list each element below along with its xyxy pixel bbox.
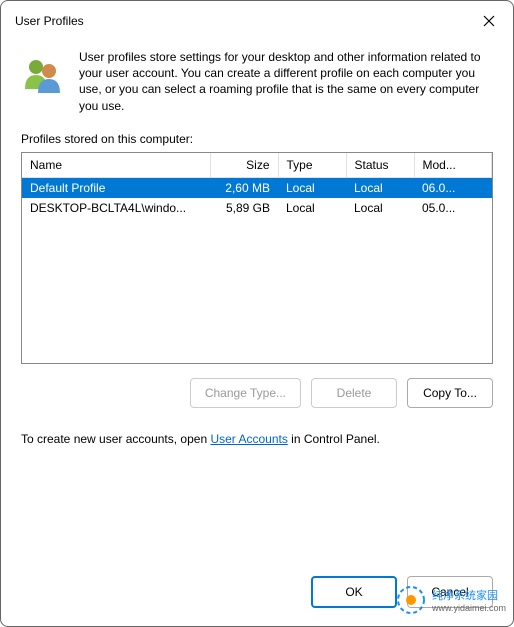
- cell-size: 2,60 MB: [210, 177, 278, 198]
- profile-buttons-row: Change Type... Delete Copy To...: [21, 378, 493, 408]
- cell-status: Local: [346, 198, 414, 218]
- col-name[interactable]: Name: [22, 153, 210, 178]
- user-profiles-dialog: User Profiles User profiles store settin…: [0, 0, 514, 627]
- col-status[interactable]: Status: [346, 153, 414, 178]
- table-row[interactable]: DESKTOP-BCLTA4L\windo... 5,89 GB Local L…: [22, 198, 492, 218]
- footer-suffix: in Control Panel.: [288, 432, 380, 446]
- titlebar: User Profiles: [1, 1, 513, 39]
- ok-button[interactable]: OK: [311, 576, 397, 608]
- cell-size: 5,89 GB: [210, 198, 278, 218]
- cell-modified: 05.0...: [414, 198, 492, 218]
- intro-text: User profiles store settings for your de…: [79, 49, 493, 114]
- cell-name: Default Profile: [22, 177, 210, 198]
- close-icon[interactable]: [479, 11, 499, 31]
- col-modified[interactable]: Mod...: [414, 153, 492, 178]
- change-type-button[interactable]: Change Type...: [190, 378, 301, 408]
- cell-type: Local: [278, 177, 346, 198]
- intro-section: User profiles store settings for your de…: [21, 49, 493, 114]
- table-row[interactable]: Default Profile 2,60 MB Local Local 06.0…: [22, 177, 492, 198]
- delete-button[interactable]: Delete: [311, 378, 397, 408]
- users-icon: [21, 53, 65, 97]
- col-type[interactable]: Type: [278, 153, 346, 178]
- cell-status: Local: [346, 177, 414, 198]
- cell-type: Local: [278, 198, 346, 218]
- window-title: User Profiles: [15, 14, 84, 28]
- cell-modified: 06.0...: [414, 177, 492, 198]
- content-area: User profiles store settings for your de…: [1, 39, 513, 562]
- footer-prefix: To create new user accounts, open: [21, 432, 210, 446]
- cancel-button[interactable]: Cancel: [407, 576, 493, 608]
- col-size[interactable]: Size: [210, 153, 278, 178]
- profiles-section-label: Profiles stored on this computer:: [21, 132, 493, 146]
- profiles-table: Name Size Type Status Mod... Default Pro…: [21, 152, 493, 364]
- copy-to-button[interactable]: Copy To...: [407, 378, 493, 408]
- cell-name: DESKTOP-BCLTA4L\windo...: [22, 198, 210, 218]
- footer-text: To create new user accounts, open User A…: [21, 432, 493, 446]
- dialog-buttons: OK Cancel: [1, 562, 513, 626]
- table-header-row: Name Size Type Status Mod...: [22, 153, 492, 178]
- user-accounts-link[interactable]: User Accounts: [210, 432, 287, 446]
